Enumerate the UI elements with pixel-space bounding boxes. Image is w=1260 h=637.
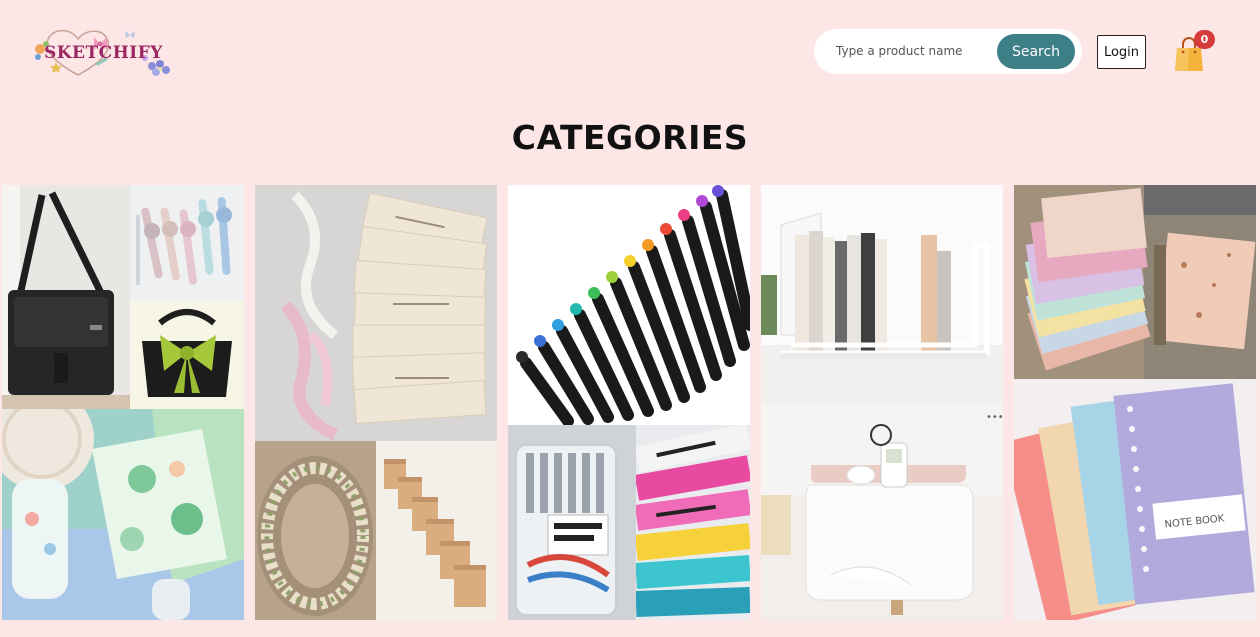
bead-wreath-photo [255,441,376,620]
login-button[interactable]: Login [1097,35,1146,69]
svg-text:•••: ••• [986,412,1003,423]
category-card-bags-watches[interactable] [2,185,244,620]
brand-name: SKETCHIFY [44,43,163,63]
brush-pens-photo [508,185,750,425]
desk-tissue-organizer-photo: ••• [761,405,1003,620]
cart-button[interactable]: 0 [1170,30,1218,74]
cart-count-badge: 0 [1194,30,1215,49]
category-card-desk-organizers[interactable]: ••• [761,185,1003,620]
page-title: CATEGORIES [511,118,749,157]
category-card-tags-ribbons[interactable] [255,185,497,620]
colorshot-packs-photo [636,425,750,620]
kraft-gift-bags-photo [376,441,497,620]
search-button[interactable]: Search [997,34,1075,69]
category-card-paper-notebooks[interactable]: NOTE BOOK [1014,185,1256,620]
notebook-photo: NOTE BOOK [1014,379,1256,620]
handmade-paper-photo [1014,185,1256,379]
paper-tags-photo [255,185,497,441]
search-input[interactable] [836,41,996,61]
site-logo[interactable]: SKETCHIFY [30,22,180,82]
pastel-watches-photo [130,185,244,301]
search-bar: Search [814,29,1082,74]
black-messenger-bag-photo [2,185,130,409]
mug-and-pouch-photo [2,409,244,620]
marker-box-photo [508,425,636,620]
category-card-pens-markers[interactable] [508,185,750,620]
green-bow-bag-photo [130,301,244,409]
bookshelf-photo [761,185,1003,405]
